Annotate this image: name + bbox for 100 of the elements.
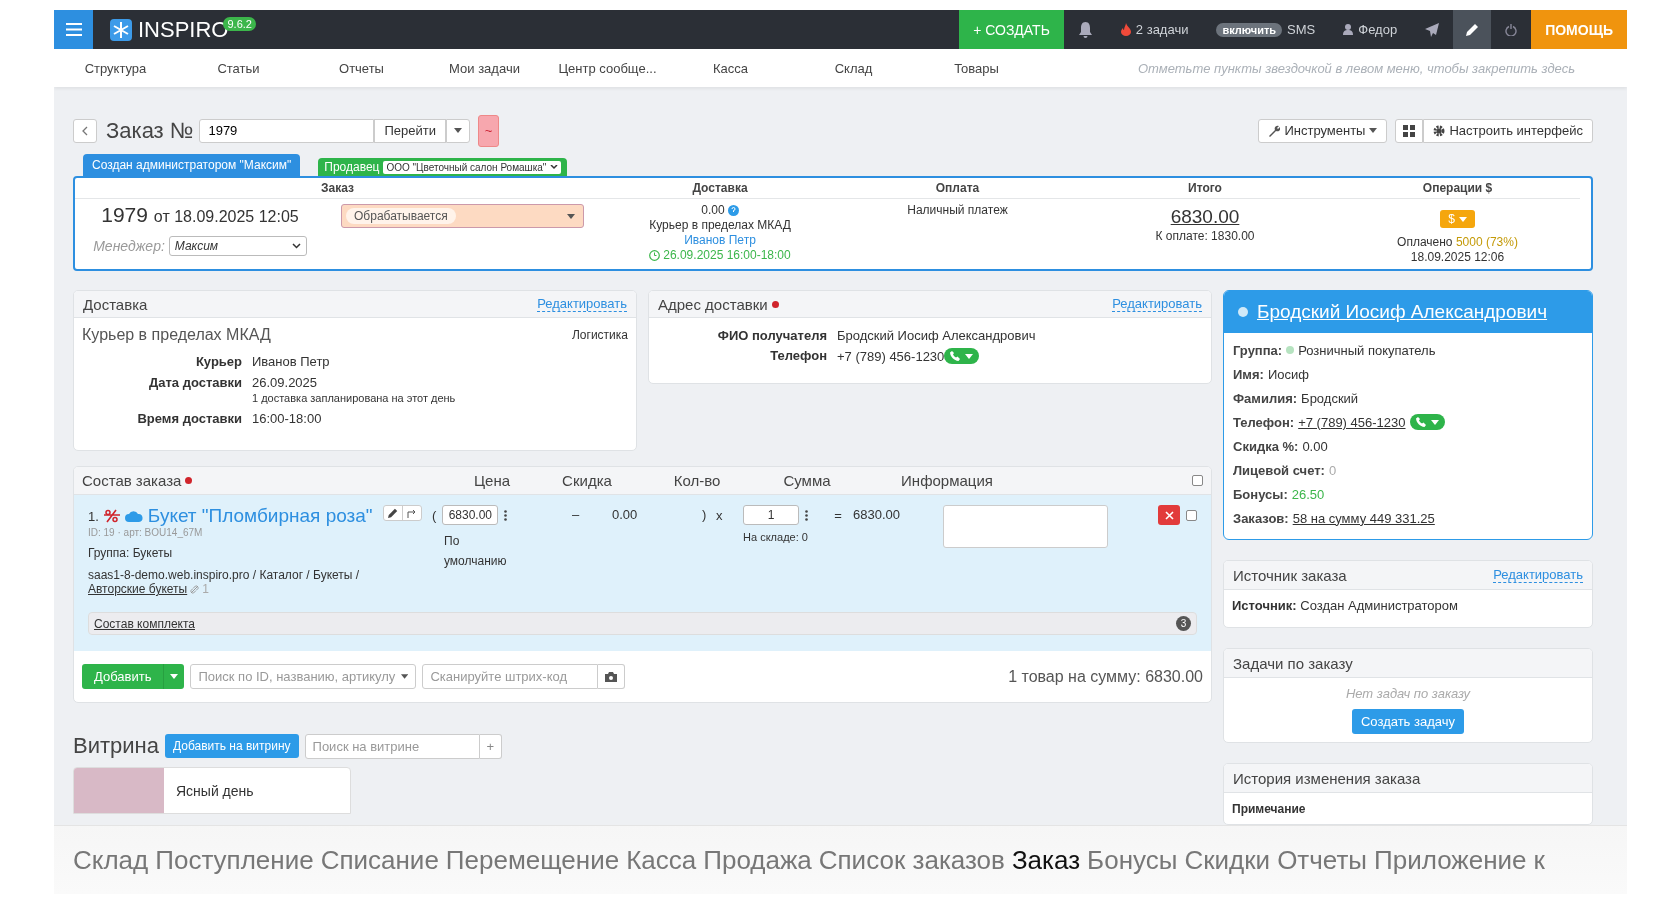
field-value: Иванов Петр [252, 354, 330, 369]
phone-icon [950, 351, 961, 361]
field-label: Фамилия: [1233, 390, 1298, 406]
category-link[interactable]: Авторские букеты [88, 582, 188, 596]
chevron-down-icon [291, 243, 301, 249]
caret-icon [567, 213, 575, 219]
chapter-label: Касса [626, 844, 697, 876]
column-header: Цена [472, 472, 512, 489]
product-path: saas1-8-demo.web.inspiro.pro / Каталог / Букеты / [88, 568, 361, 582]
delivery-method: Курьер в пределах МКАД [649, 218, 791, 232]
chapter-label: Списание [320, 844, 439, 876]
column-header: Операции $ [1335, 178, 1580, 199]
bell-icon[interactable] [1077, 21, 1093, 38]
price-field[interactable]: 6830.00 [442, 505, 499, 525]
chapter-label: к [1533, 844, 1545, 876]
field-value: 0 [1328, 462, 1337, 478]
line-total: 6830.00 [853, 507, 901, 522]
chapter-label: Приложение [1374, 844, 1527, 876]
field-label: Скидка %: [1233, 438, 1299, 454]
add-showcase-button[interactable]: + [479, 733, 503, 759]
help-icon[interactable] [727, 204, 739, 216]
items-total: 1 товар на сумму: 6830.00 [1008, 667, 1203, 686]
close-paren: ) [702, 507, 708, 522]
grid-button[interactable] [1395, 118, 1424, 143]
field-label: Телефон [769, 348, 827, 364]
nav-link[interactable]: Статьи [177, 60, 300, 76]
paid-date: 18.09.2025 12:06 [1410, 250, 1505, 264]
sms-toggle[interactable]: включить [1216, 22, 1283, 37]
panel-title: Состав заказа [82, 472, 182, 489]
order-number-field[interactable]: 1979 [199, 118, 375, 143]
field-value: 0.00 [1302, 438, 1328, 454]
stock-level: На складе: 0 [743, 531, 808, 543]
go-button[interactable]: Перейти [374, 118, 446, 143]
column-header: Сумма [782, 472, 832, 489]
logistics-link[interactable]: Логистика [572, 328, 628, 342]
pencil-icon [1465, 23, 1479, 36]
equals-sign: = [833, 508, 843, 523]
call-button[interactable] [1409, 414, 1445, 430]
chapter-label: Список заказов [818, 844, 1005, 876]
field-label: Время доставки [136, 411, 242, 426]
caret-icon [965, 353, 974, 359]
field-label: Лицевой счет: [1233, 462, 1325, 478]
camera-button[interactable] [598, 664, 626, 689]
chevron-down-icon [550, 164, 559, 170]
chapter-label: Бонусы [1087, 844, 1178, 876]
seller-select[interactable]: ООО "Цветочный салон Ромашка" [383, 160, 562, 174]
payment-method: Наличный платеж [907, 203, 1008, 217]
empty-message: Нет задач по заказу [1344, 686, 1472, 701]
orders-link[interactable]: 58 на сумму 449 331.25 [1292, 510, 1435, 526]
field-value: 26.50 [1291, 486, 1325, 502]
nav-link[interactable]: Касса [669, 60, 792, 76]
phone-icon [1415, 417, 1426, 427]
nav-link[interactable]: Центр сообще... [546, 60, 669, 76]
column-header: Кол-во [672, 472, 722, 489]
page-title: Заказ № [106, 117, 194, 144]
link-count: 1 [202, 582, 209, 596]
required-dot-icon [771, 300, 779, 308]
nav-link[interactable]: Склад [792, 60, 915, 76]
caret-icon [1458, 216, 1467, 222]
field-value: Розничный покупатель [1298, 342, 1436, 358]
nav-link[interactable]: Мои задачи [423, 60, 546, 76]
settings-icon [1433, 124, 1446, 137]
creator-tag: Создан администратором "Максим" [83, 154, 301, 176]
quantity-field[interactable]: 1 [743, 505, 799, 525]
go-dropdown-button[interactable] [445, 118, 470, 143]
row-checkbox[interactable] [1186, 509, 1197, 521]
sms-label: SMS [1287, 22, 1316, 37]
required-dot-icon [185, 477, 193, 484]
chapter-label: Продажа [703, 844, 812, 876]
configure-interface-button[interactable]: Настроить интерфейс [1423, 118, 1593, 143]
panel-title: История изменения заказа [1233, 769, 1421, 787]
tasks-button[interactable]: 2 задачи [1106, 10, 1203, 49]
edit-mode-button[interactable] [1453, 10, 1492, 49]
field-label: Телефон: [1233, 414, 1295, 430]
nav-link[interactable]: Отчеты [300, 60, 423, 76]
kebab-icon[interactable] [504, 509, 508, 521]
tools-button[interactable]: Инструменты [1258, 118, 1388, 143]
power-icon[interactable] [1505, 23, 1518, 36]
order-total[interactable]: 6830.00 [1170, 206, 1240, 228]
manager-select[interactable]: Максим [168, 236, 307, 256]
user-button[interactable]: Федор [1329, 10, 1412, 49]
nav-link[interactable]: Структура [54, 60, 177, 76]
kit-contents-link[interactable]: Состав комплекта [94, 616, 195, 631]
phone-link[interactable]: +7 (789) 456-1230 [1298, 414, 1406, 430]
product-card[interactable]: Ясный день [73, 767, 351, 814]
nav-link[interactable]: Товары [915, 60, 1038, 76]
send-icon[interactable] [1425, 22, 1440, 37]
nav-hint: Отметьте пункты звездочкой в левом меню, чтобы закрепить здесь [1137, 60, 1575, 76]
call-button[interactable] [944, 348, 980, 364]
menu-button[interactable] [54, 10, 93, 49]
link-icon [190, 584, 200, 594]
info-field[interactable] [943, 505, 1108, 548]
select-all-checkbox[interactable] [1192, 475, 1203, 486]
status-select[interactable]: Обрабатывается [341, 204, 584, 228]
courier-link[interactable]: Иванов Петр [684, 233, 756, 247]
discount-off-icon [103, 509, 120, 523]
chevron-left-icon [82, 125, 88, 136]
field-label: Курьер [194, 354, 242, 369]
kebab-icon[interactable] [805, 509, 808, 521]
delete-button[interactable] [1158, 505, 1180, 525]
